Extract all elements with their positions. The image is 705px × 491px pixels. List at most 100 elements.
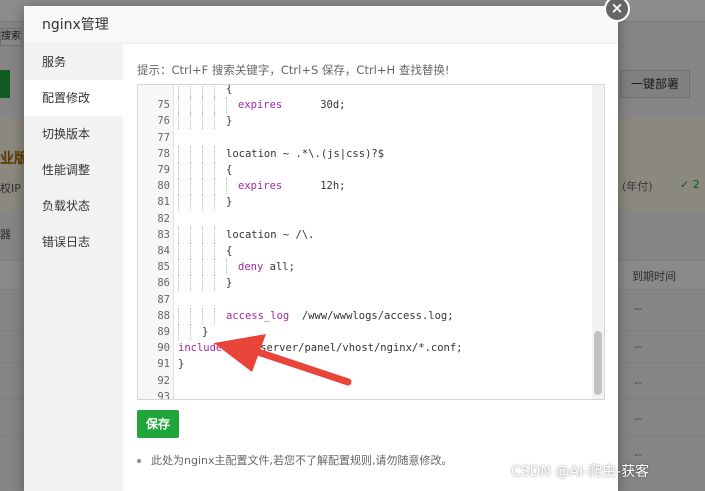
indent-guide	[178, 162, 190, 178]
line-number: 91	[157, 358, 170, 371]
config-code-editor[interactable]: {75 expires 30d; 76} 77 78 location ~ .*\.(js…	[137, 84, 605, 400]
code-line: }	[178, 113, 588, 130]
line-number: 83	[157, 228, 170, 241]
indent-guide	[202, 275, 214, 292]
code-line: include /www/server/panel/vhost/nginx/*.…	[178, 340, 588, 356]
code-line: deny all;	[178, 259, 588, 276]
line-number: 81	[157, 196, 170, 209]
code-keyword: expires	[238, 99, 283, 112]
indent-guide	[190, 243, 202, 259]
nginx-manage-dialog: nginx管理 服务 配置修改 切换版本 性能调整 负载状态 错误日志 提示：C…	[24, 6, 618, 491]
line-number: 77	[157, 131, 170, 144]
indent-guide	[178, 243, 190, 259]
indent-guide	[202, 113, 214, 130]
indent-guide	[178, 194, 190, 211]
line-number: 80	[157, 180, 170, 193]
indent-guide	[178, 113, 190, 130]
scrollbar-thumb[interactable]	[594, 331, 602, 395]
sidebar-item-load-status[interactable]: 负载状态	[24, 188, 123, 224]
code-text: }	[226, 277, 233, 290]
code-line: {	[178, 162, 588, 178]
code-line: location ~ /\.	[178, 226, 588, 243]
code-keyword: expires	[238, 180, 283, 193]
line-number: 78	[157, 147, 170, 160]
line-number: 85	[157, 261, 170, 274]
code-text: location ~ .*\.(js|css)?$	[226, 147, 385, 160]
code-keyword: access_log	[226, 309, 290, 322]
code-line: expires 12h;	[178, 178, 588, 195]
indent-guide	[214, 113, 226, 130]
indent-guide	[190, 178, 202, 195]
indent-guide	[178, 97, 190, 114]
code-text: all;	[263, 261, 295, 274]
sidebar-item-config-edit[interactable]: 配置修改	[24, 80, 123, 116]
indent-guide	[190, 275, 202, 292]
indent-guide	[178, 145, 190, 162]
indent-guide	[190, 259, 202, 276]
line-number: 92	[157, 374, 170, 387]
indent-guide	[178, 275, 190, 292]
code-line: access_log /www/wwwlogs/access.log;	[178, 307, 588, 324]
line-number: 90	[157, 342, 170, 355]
code-line: }	[178, 356, 588, 372]
indent-guide	[190, 113, 202, 130]
line-number: 87	[157, 293, 170, 306]
code-line: }	[178, 194, 588, 211]
dialog-title: nginx管理	[24, 6, 618, 44]
line-number: 84	[157, 245, 170, 257]
indent-guide	[214, 226, 226, 243]
code-text: /www/server/panel/vhost/nginx/*.conf;	[222, 342, 463, 355]
indent-guide	[178, 85, 190, 97]
sidebar-item-service[interactable]: 服务	[24, 44, 123, 80]
code-text: /www/wwwlogs/access.log;	[289, 309, 454, 322]
indent-guide	[202, 194, 214, 211]
indent-guide	[190, 226, 202, 243]
indent-guide	[202, 97, 214, 114]
sidebar-item-error-log[interactable]: 错误日志	[24, 224, 123, 260]
code-text: {	[226, 245, 233, 257]
indent-guide	[214, 85, 226, 97]
indent-guide	[214, 243, 226, 259]
code-text: }	[226, 115, 233, 128]
code-keyword: deny	[238, 261, 264, 274]
indent-guide	[202, 178, 214, 195]
indent-guide	[190, 97, 202, 114]
line-number: 75	[157, 99, 170, 112]
indent-guide	[178, 178, 190, 195]
indent-guide	[190, 307, 202, 324]
code-line: {	[178, 243, 588, 259]
bullet-icon	[137, 459, 141, 463]
indent-guide	[202, 162, 214, 178]
sidebar-item-performance[interactable]: 性能调整	[24, 152, 123, 188]
code-line: }	[178, 275, 588, 292]
indent-guide	[178, 307, 190, 324]
code-line: expires 30d;	[178, 97, 588, 114]
indent-guide	[226, 259, 238, 276]
csdn-watermark: CSDN @AI-爬虫-获客	[511, 464, 650, 480]
save-button[interactable]: 保存	[137, 410, 179, 438]
code-line: }	[178, 324, 588, 340]
indent-guide	[214, 307, 226, 324]
indent-guide	[190, 194, 202, 211]
indent-guide	[214, 97, 226, 114]
code-text: }	[226, 196, 233, 209]
dialog-main: 提示：Ctrl+F 搜索关键字，Ctrl+S 保存，Ctrl+H 查找替换! {…	[123, 44, 618, 491]
shortcut-tip: 提示：Ctrl+F 搜索关键字，Ctrl+S 保存，Ctrl+H 查找替换!	[137, 63, 450, 77]
dialog-sidebar: 服务 配置修改 切换版本 性能调整 负载状态 错误日志	[24, 44, 123, 491]
line-number	[138, 85, 170, 97]
indent-guide	[214, 145, 226, 162]
code-text: 30d;	[282, 99, 346, 112]
sidebar-item-switch-version[interactable]: 切换版本	[24, 116, 123, 152]
code-text: {	[226, 164, 233, 176]
editor-scrollbar[interactable]	[592, 85, 604, 399]
indent-guide	[214, 162, 226, 178]
line-number: 89	[157, 326, 170, 338]
indent-guide	[190, 145, 202, 162]
indent-guide	[214, 275, 226, 292]
indent-guide	[190, 324, 202, 340]
